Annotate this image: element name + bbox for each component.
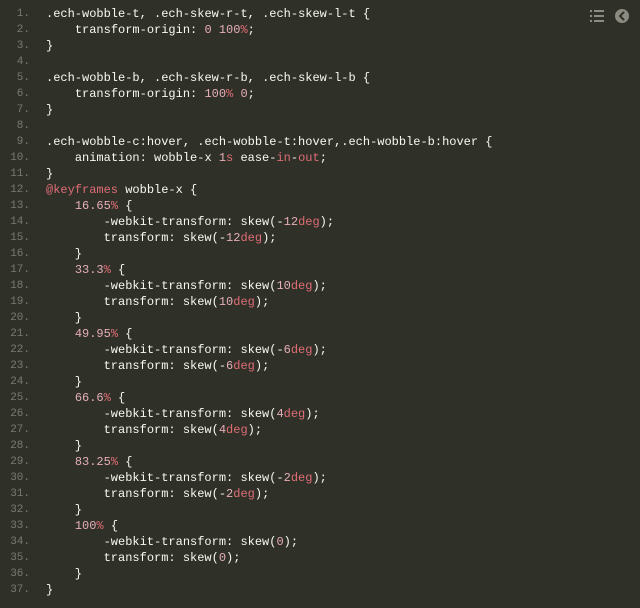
- line-number: 8.: [0, 118, 30, 134]
- line-number: 24.: [0, 374, 30, 390]
- line-number: 5.: [0, 70, 30, 86]
- code-line: }: [46, 246, 640, 262]
- code-area[interactable]: .ech-wobble-t, .ech-skew-r-t, .ech-skew-…: [38, 0, 640, 608]
- code-line: -webkit-transform: skew(4deg);: [46, 406, 640, 422]
- code-line: 49.95% {: [46, 326, 640, 342]
- line-number: 9.: [0, 134, 30, 150]
- line-number: 17.: [0, 262, 30, 278]
- code-line: [46, 54, 640, 70]
- code-line: }: [46, 102, 640, 118]
- code-line: @keyframes wobble-x {: [46, 182, 640, 198]
- line-number: 28.: [0, 438, 30, 454]
- line-number: 29.: [0, 454, 30, 470]
- code-line: -webkit-transform: skew(-2deg);: [46, 470, 640, 486]
- code-line: }: [46, 310, 640, 326]
- code-editor: 1.2.3.4.5.6.7.8.9.10.11.12.13.14.15.16.1…: [0, 0, 640, 608]
- line-number-gutter: 1.2.3.4.5.6.7.8.9.10.11.12.13.14.15.16.1…: [0, 0, 38, 608]
- line-number: 23.: [0, 358, 30, 374]
- list-icon[interactable]: [590, 10, 604, 22]
- line-number: 14.: [0, 214, 30, 230]
- line-number: 32.: [0, 502, 30, 518]
- code-line: transform: skew(-6deg);: [46, 358, 640, 374]
- code-line: }: [46, 566, 640, 582]
- code-line: -webkit-transform: skew(-12deg);: [46, 214, 640, 230]
- line-number: 10.: [0, 150, 30, 166]
- code-line: transform: skew(-2deg);: [46, 486, 640, 502]
- line-number: 26.: [0, 406, 30, 422]
- line-number: 21.: [0, 326, 30, 342]
- code-line: .ech-wobble-b, .ech-skew-r-b, .ech-skew-…: [46, 70, 640, 86]
- line-number: 1.: [0, 6, 30, 22]
- code-line: }: [46, 374, 640, 390]
- line-number: 4.: [0, 54, 30, 70]
- line-number: 19.: [0, 294, 30, 310]
- code-line: transform: skew(10deg);: [46, 294, 640, 310]
- code-line: transform: skew(4deg);: [46, 422, 640, 438]
- code-line: }: [46, 38, 640, 54]
- line-number: 15.: [0, 230, 30, 246]
- line-number: 37.: [0, 582, 30, 598]
- code-line: -webkit-transform: skew(-6deg);: [46, 342, 640, 358]
- code-line: 16.65% {: [46, 198, 640, 214]
- line-number: 18.: [0, 278, 30, 294]
- code-line: animation: wobble-x 1s ease-in-out;: [46, 150, 640, 166]
- line-number: 27.: [0, 422, 30, 438]
- line-number: 13.: [0, 198, 30, 214]
- line-number: 12.: [0, 182, 30, 198]
- code-line: }: [46, 502, 640, 518]
- code-line: 83.25% {: [46, 454, 640, 470]
- chevron-left-circle-icon[interactable]: [614, 8, 630, 24]
- code-line: 33.3% {: [46, 262, 640, 278]
- line-number: 3.: [0, 38, 30, 54]
- line-number: 20.: [0, 310, 30, 326]
- code-line: transform: skew(-12deg);: [46, 230, 640, 246]
- code-line: transform: skew(0);: [46, 550, 640, 566]
- code-line: }: [46, 438, 640, 454]
- code-line: transform-origin: 100% 0;: [46, 86, 640, 102]
- code-line: transform-origin: 0 100%;: [46, 22, 640, 38]
- code-line: }: [46, 166, 640, 182]
- line-number: 7.: [0, 102, 30, 118]
- line-number: 31.: [0, 486, 30, 502]
- line-number: 35.: [0, 550, 30, 566]
- line-number: 33.: [0, 518, 30, 534]
- code-line: [46, 118, 640, 134]
- line-number: 34.: [0, 534, 30, 550]
- code-line: 66.6% {: [46, 390, 640, 406]
- code-line: -webkit-transform: skew(10deg);: [46, 278, 640, 294]
- code-line: .ech-wobble-t, .ech-skew-r-t, .ech-skew-…: [46, 6, 640, 22]
- editor-toolbar: [590, 8, 630, 24]
- code-line: 100% {: [46, 518, 640, 534]
- code-line: }: [46, 582, 640, 598]
- line-number: 30.: [0, 470, 30, 486]
- code-line: -webkit-transform: skew(0);: [46, 534, 640, 550]
- line-number: 22.: [0, 342, 30, 358]
- line-number: 25.: [0, 390, 30, 406]
- code-line: .ech-wobble-c:hover, .ech-wobble-t:hover…: [46, 134, 640, 150]
- line-number: 2.: [0, 22, 30, 38]
- line-number: 11.: [0, 166, 30, 182]
- line-number: 36.: [0, 566, 30, 582]
- line-number: 16.: [0, 246, 30, 262]
- line-number: 6.: [0, 86, 30, 102]
